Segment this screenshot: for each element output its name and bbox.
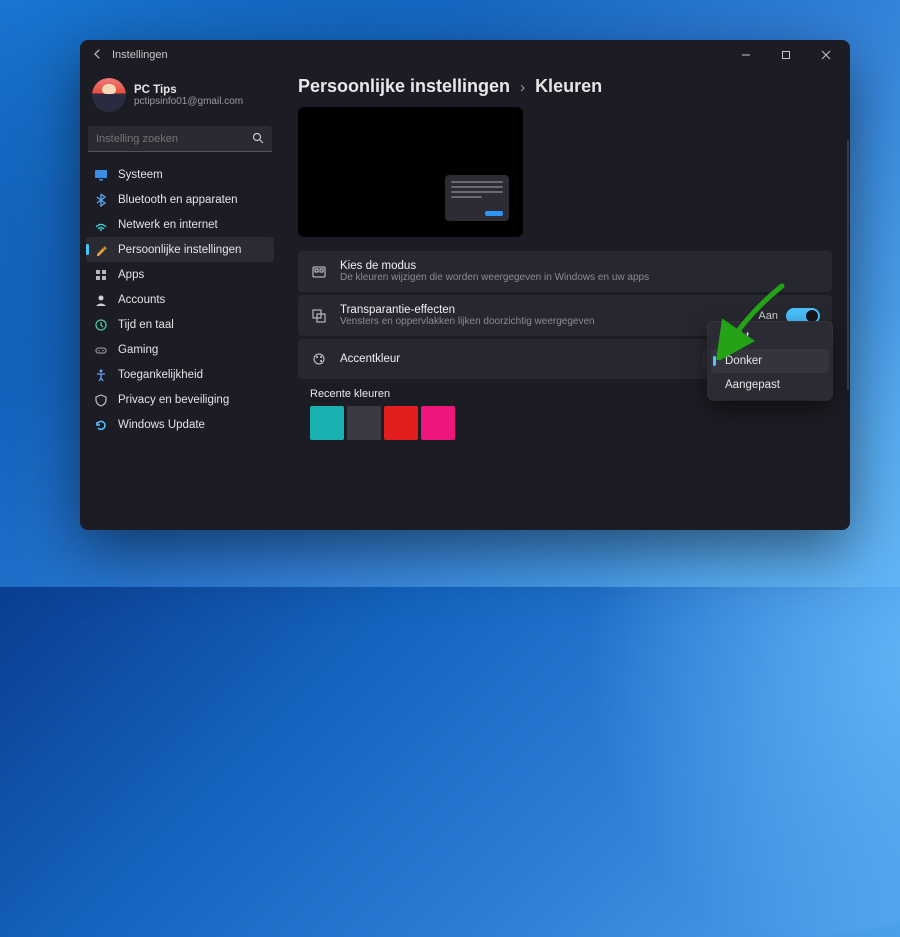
preview-accent-button [485,211,503,216]
breadcrumb-parent[interactable]: Persoonlijke instellingen [298,76,510,97]
main-content: Persoonlijke instellingen › Kleuren Kies… [280,70,850,530]
sidebar-item-label: Persoonlijke instellingen [118,244,241,256]
color-swatch-1[interactable] [347,406,381,440]
privacy-icon [94,393,108,407]
search-input[interactable] [96,133,252,145]
apps-icon [94,268,108,282]
sidebar: PC Tips pctipsinfo01@gmail.com Systeem Bl… [80,70,280,530]
sidebar-item-label: Gaming [118,344,158,356]
sidebar-item-label: Privacy en beveiliging [118,394,229,406]
color-swatch-2[interactable] [384,406,418,440]
accounts-icon [94,293,108,307]
accent-icon [310,350,328,368]
card-mode-subtitle: De kleuren wijzigen die worden weergegev… [340,272,649,283]
back-button[interactable] [84,48,112,63]
window-title: Instellingen [112,49,168,61]
card-transparency-title: Transparantie-effecten [340,304,595,316]
theme-preview [298,107,523,237]
mode-dropdown-flyout: LichtDonkerAangepast [708,322,832,400]
bluetooth-icon [94,193,108,207]
sidebar-item-persoonlijke-instellingen[interactable]: Persoonlijke instellingen [86,237,274,262]
sidebar-item-label: Windows Update [118,419,205,431]
sidebar-item-label: Tijd en taal [118,319,174,331]
sidebar-item-toegankelijkheid[interactable]: Toegankelijkheid [86,362,274,387]
sidebar-item-netwerk-en-internet[interactable]: Netwerk en internet [86,212,274,237]
card-mode-title: Kies de modus [340,260,649,272]
system-icon [94,168,108,182]
sidebar-item-windows-update[interactable]: Windows Update [86,412,274,437]
profile-email: pctipsinfo01@gmail.com [134,96,243,107]
sidebar-item-label: Systeem [118,169,163,181]
update-icon [94,418,108,432]
search-box[interactable] [88,126,272,152]
personalize-icon [94,243,108,257]
sidebar-item-gaming[interactable]: Gaming [86,337,274,362]
sidebar-item-label: Toegankelijkheid [118,369,203,381]
sidebar-item-apps[interactable]: Apps [86,262,274,287]
settings-window: Instellingen PC Tips pctipsinfo01@gmail.… [80,40,850,530]
card-accent-title: Accentkleur [340,353,400,365]
sidebar-item-label: Bluetooth en apparaten [118,194,238,206]
titlebar: Instellingen [80,40,850,70]
search-icon [252,132,264,147]
transparency-icon [310,307,328,325]
profile[interactable]: PC Tips pctipsinfo01@gmail.com [86,74,274,122]
sidebar-item-bluetooth-en-apparaten[interactable]: Bluetooth en apparaten [86,187,274,212]
color-swatch-3[interactable] [421,406,455,440]
sidebar-item-systeem[interactable]: Systeem [86,162,274,187]
breadcrumb: Persoonlijke instellingen › Kleuren [298,70,832,107]
sidebar-item-accounts[interactable]: Accounts [86,287,274,312]
time-icon [94,318,108,332]
mode-option-licht[interactable]: Licht [711,325,829,349]
sidebar-item-label: Accounts [118,294,165,306]
breadcrumb-separator: › [520,79,525,96]
accessibility-icon [94,368,108,382]
breadcrumb-current: Kleuren [535,76,602,97]
close-button[interactable] [806,40,846,70]
sidebar-item-tijd-en-taal[interactable]: Tijd en taal [86,312,274,337]
mode-option-donker[interactable]: Donker [711,349,829,373]
maximize-button[interactable] [766,40,806,70]
card-transparency-subtitle: Vensters en oppervlakken lijken doorzich… [340,316,595,327]
network-icon [94,218,108,232]
sidebar-item-label: Netwerk en internet [118,219,218,231]
preview-window [445,175,509,221]
sidebar-item-label: Apps [118,269,144,281]
sidebar-item-privacy-en-beveiliging[interactable]: Privacy en beveiliging [86,387,274,412]
gaming-icon [94,343,108,357]
avatar [92,78,126,112]
color-swatch-0[interactable] [310,406,344,440]
card-choose-mode[interactable]: Kies de modus De kleuren wijzigen die wo… [298,251,832,292]
transparency-state-label: Aan [758,310,778,322]
profile-name: PC Tips [134,84,243,96]
palette-icon [310,263,328,281]
mode-option-aangepast[interactable]: Aangepast [711,373,829,397]
minimize-button[interactable] [726,40,766,70]
